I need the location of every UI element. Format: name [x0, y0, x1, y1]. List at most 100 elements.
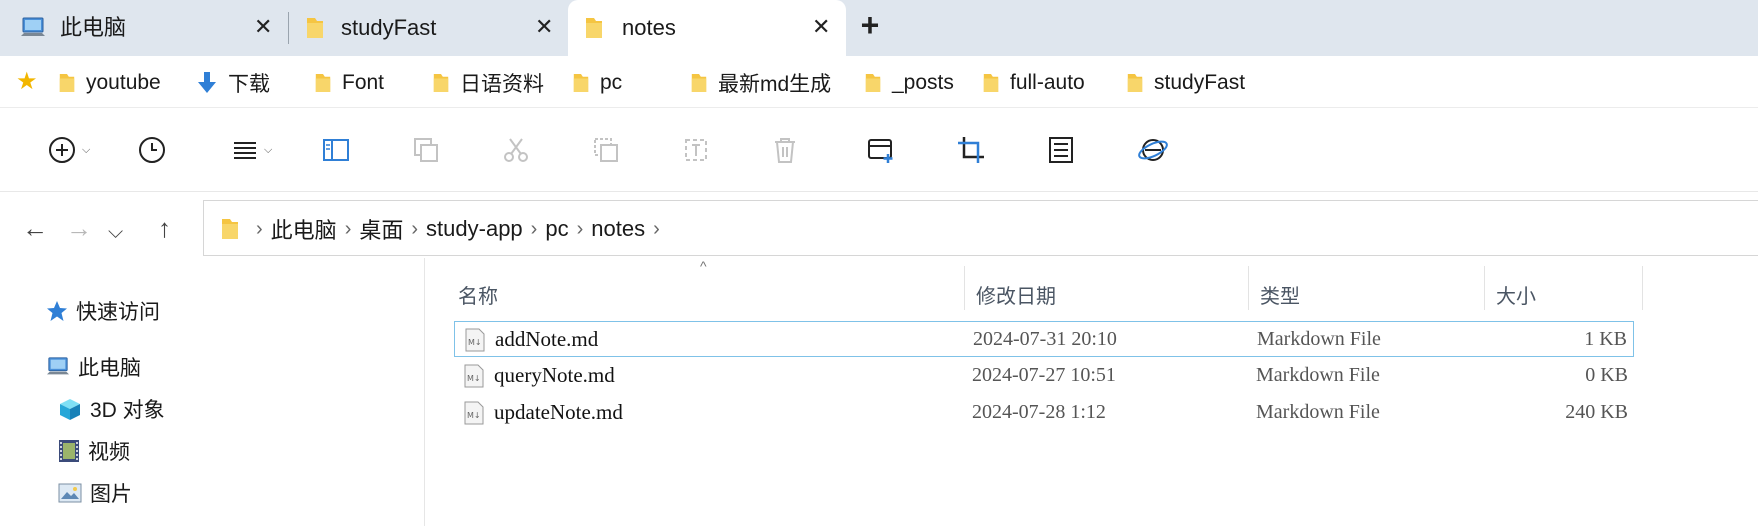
breadcrumb-this-pc[interactable]: 此电脑	[271, 213, 337, 245]
file-list: ^ 名称 修改日期 类型 大小 M↓ addNote.md 2024-07-31…	[426, 258, 1758, 526]
new-item-button[interactable]: ⌵	[48, 135, 90, 165]
rename-button[interactable]	[682, 135, 710, 165]
chevron-right-icon[interactable]: ›	[531, 218, 538, 241]
column-divider[interactable]	[1484, 266, 1485, 310]
tab-add-icon	[868, 139, 893, 163]
folder-icon	[222, 219, 238, 239]
column-header-modified[interactable]: 修改日期	[976, 272, 1246, 316]
bookmark-pc[interactable]: pc	[572, 69, 622, 97]
computer-icon	[47, 357, 69, 375]
nav-quick-access[interactable]: 快速访问	[46, 296, 160, 326]
file-size: 1 KB	[1584, 327, 1627, 350]
file-modified: 2024-07-28 1:12	[972, 400, 1106, 423]
column-divider[interactable]	[964, 266, 965, 310]
trash-icon	[775, 138, 795, 163]
recent-button[interactable]	[138, 135, 166, 165]
column-header-name[interactable]: 名称	[458, 272, 862, 316]
close-icon[interactable]: ✕	[254, 15, 272, 39]
bookmark-youtube[interactable]: youtube	[58, 69, 161, 97]
tab-studyfast[interactable]: studyFast ✕	[289, 0, 567, 56]
breadcrumb-pc[interactable]: pc	[545, 216, 568, 242]
tab-this-pc[interactable]: 此电脑 ✕	[0, 0, 288, 56]
folder-icon	[865, 74, 881, 92]
calculator-icon	[1049, 137, 1073, 163]
breadcrumb-study-app[interactable]: study-app	[426, 216, 523, 242]
properties-button[interactable]	[1048, 135, 1074, 165]
bookmarks-bar: ★ youtube 下载 Font 日语资料 pc 最新md生成 _posts …	[0, 56, 1758, 108]
new-tab-here-button[interactable]	[866, 135, 896, 165]
chevron-down-icon: ⌵	[82, 143, 91, 156]
svg-text:M↓: M↓	[467, 374, 481, 383]
back-button[interactable]: ←	[22, 215, 48, 241]
nav-3d-objects[interactable]: 3D 对象	[58, 394, 165, 424]
tab-notes[interactable]: notes ✕	[568, 0, 846, 56]
browser-button[interactable]	[1138, 135, 1168, 165]
chevron-right-icon[interactable]: ›	[577, 218, 584, 241]
tab-title: notes	[622, 15, 676, 40]
table-row[interactable]: M↓ addNote.md 2024-07-31 20:10 Markdown …	[454, 321, 1634, 357]
column-divider[interactable]	[1642, 266, 1643, 310]
address-bar[interactable]: › 此电脑 › 桌面 › study-app › pc › notes ›	[203, 200, 1758, 256]
bookmark-japanese-materials[interactable]: 日语资料	[432, 69, 544, 97]
crop-icon	[958, 137, 984, 163]
chevron-down-icon: ⌵	[264, 143, 273, 156]
paste-button[interactable]	[592, 135, 620, 165]
close-icon[interactable]: ✕	[535, 15, 553, 39]
nav-videos[interactable]: 视频	[58, 436, 130, 466]
paste-icon	[594, 138, 618, 162]
cut-button[interactable]	[502, 135, 530, 165]
table-row[interactable]: M↓ updateNote.md 2024-07-28 1:12 Markdow…	[454, 395, 1634, 431]
file-size: 0 KB	[1585, 363, 1628, 386]
chevron-right-icon[interactable]: ›	[653, 218, 660, 241]
file-name: updateNote.md	[494, 399, 623, 424]
folder-icon	[691, 74, 707, 92]
navigation-pane: 快速访问 此电脑 3D 对象 视频 图片	[0, 258, 425, 526]
column-divider[interactable]	[1248, 266, 1249, 310]
file-name: queryNote.md	[494, 362, 615, 387]
tab-bar: 此电脑 ✕ studyFast ✕ notes ✕ +	[0, 0, 1758, 56]
file-modified: 2024-07-31 20:10	[973, 327, 1117, 350]
breadcrumb-desktop[interactable]: 桌面	[359, 213, 403, 245]
bookmark-full-auto[interactable]: full-auto	[982, 69, 1085, 97]
browser-icon	[1138, 139, 1168, 161]
scissors-icon	[504, 138, 528, 162]
chevron-right-icon[interactable]: ›	[256, 218, 263, 241]
column-header-type[interactable]: 类型	[1260, 272, 1480, 316]
up-button[interactable]: ↑	[158, 215, 171, 241]
preview-pane-button[interactable]	[322, 135, 350, 165]
bookmark-posts[interactable]: _posts	[864, 69, 954, 97]
forward-button[interactable]: →	[66, 215, 92, 241]
clock-icon	[139, 137, 165, 163]
recent-locations-button[interactable]: ⌵	[108, 219, 123, 245]
bookmark-downloads[interactable]: 下载	[196, 69, 270, 97]
bookmark-font[interactable]: Font	[314, 69, 384, 97]
view-menu-button[interactable]: ⌵	[232, 135, 272, 165]
svg-text:M↓: M↓	[468, 338, 482, 347]
file-type: Markdown File	[1256, 363, 1380, 386]
bookmark-studyfast[interactable]: studyFast	[1126, 69, 1245, 97]
column-header-size[interactable]: 大小	[1496, 272, 1626, 316]
star-icon[interactable]: ★	[16, 70, 38, 94]
crop-button[interactable]	[956, 135, 986, 165]
chevron-right-icon[interactable]: ›	[411, 218, 418, 241]
download-icon	[198, 72, 216, 93]
list-icon	[234, 142, 256, 159]
svg-text:M↓: M↓	[467, 411, 481, 420]
file-type: Markdown File	[1256, 400, 1380, 423]
bookmark-latest-md[interactable]: 最新md生成	[690, 69, 831, 97]
copy-button[interactable]	[412, 135, 440, 165]
star-icon	[47, 301, 67, 321]
new-tab-button[interactable]: +	[854, 9, 886, 42]
chevron-right-icon[interactable]: ›	[345, 218, 352, 241]
breadcrumb-notes[interactable]: notes	[591, 216, 645, 242]
nav-pictures[interactable]: 图片	[58, 478, 132, 508]
table-row[interactable]: M↓ queryNote.md 2024-07-27 10:51 Markdow…	[454, 358, 1634, 394]
markdown-file-icon: M↓	[464, 364, 484, 393]
nav-this-pc[interactable]: 此电脑	[46, 352, 141, 382]
delete-button[interactable]	[772, 135, 798, 165]
copy-icon	[414, 138, 438, 162]
cube-icon	[60, 399, 80, 420]
file-name: addNote.md	[495, 326, 599, 351]
close-icon[interactable]: ✕	[812, 15, 830, 39]
film-icon	[59, 440, 79, 462]
